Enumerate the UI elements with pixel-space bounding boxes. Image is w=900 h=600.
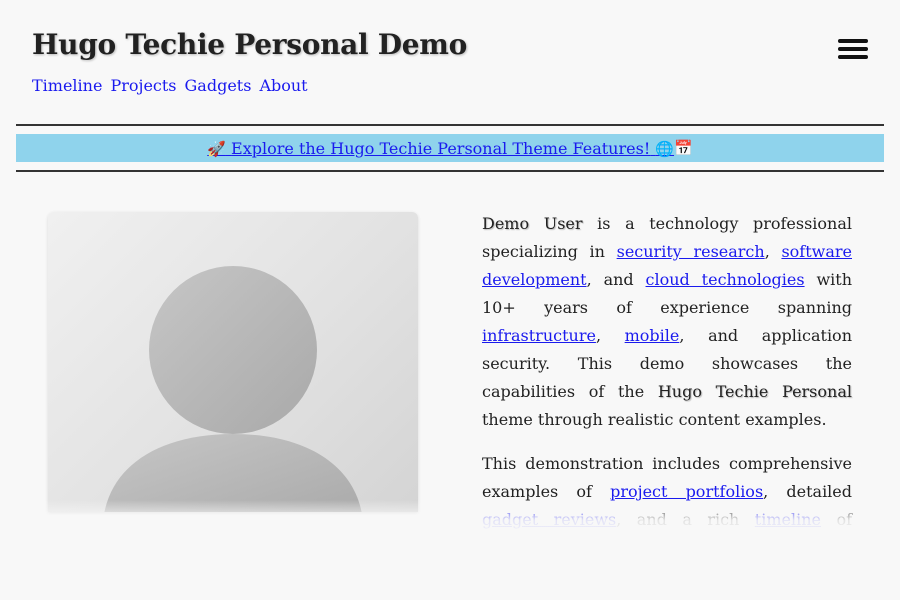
globe-icon: 🌐 — [655, 139, 675, 158]
hamburger-menu-icon[interactable] — [838, 39, 868, 59]
calendar-icon: 📅 — [674, 139, 693, 157]
author-name: Demo User — [482, 214, 583, 233]
link-security-research[interactable]: security research — [617, 242, 765, 261]
bio-paragraph: Demo User is a technology professional s… — [482, 210, 852, 434]
user-silhouette-icon — [104, 266, 362, 512]
bio-text: theme through realistic content examples… — [482, 410, 827, 429]
site-title[interactable]: Hugo Techie Personal Demo — [32, 28, 467, 61]
bio-paragraph: This demonstration includes comprehensiv… — [482, 450, 852, 562]
bio-section: Demo User is a technology professional s… — [482, 210, 852, 578]
nav-item-gadgets[interactable]: Gadgets — [185, 76, 252, 95]
banner-link[interactable]: 🚀 Explore the Hugo Techie Personal Theme… — [207, 139, 674, 158]
bio-text: , and — [586, 270, 646, 289]
rocket-icon: 🚀 — [207, 139, 226, 158]
link-gadget-reviews[interactable]: gadget reviews — [482, 510, 616, 529]
link-timeline[interactable]: timeline — [755, 510, 821, 529]
bio-text: , detailed — [763, 482, 853, 501]
profile-avatar — [48, 212, 418, 512]
bio-text: , — [595, 326, 625, 345]
link-project-portfolios[interactable]: project portfolios — [610, 482, 763, 501]
nav-item-about[interactable]: About — [259, 76, 307, 95]
bio-text: , and a rich — [616, 510, 755, 529]
main-nav: Timeline Projects Gadgets About — [32, 76, 308, 95]
hamburger-bar — [838, 39, 868, 43]
theme-name: Hugo Techie Personal — [657, 382, 852, 401]
link-infrastructure[interactable]: infrastructure — [482, 326, 596, 345]
hamburger-bar — [838, 47, 868, 51]
banner-link-text: Explore the Hugo Techie Personal Theme F… — [231, 138, 651, 158]
hamburger-bar — [838, 55, 868, 59]
nav-item-timeline[interactable]: Timeline — [32, 76, 102, 95]
bottom-divider — [16, 170, 884, 172]
bio-text: , — [764, 242, 782, 261]
nav-item-projects[interactable]: Projects — [110, 76, 176, 95]
link-mobile[interactable]: mobile — [625, 326, 680, 345]
link-cloud-technologies[interactable]: cloud technologies — [646, 270, 805, 289]
top-divider — [16, 124, 884, 126]
announcement-banner: 🚀 Explore the Hugo Techie Personal Theme… — [16, 134, 884, 162]
